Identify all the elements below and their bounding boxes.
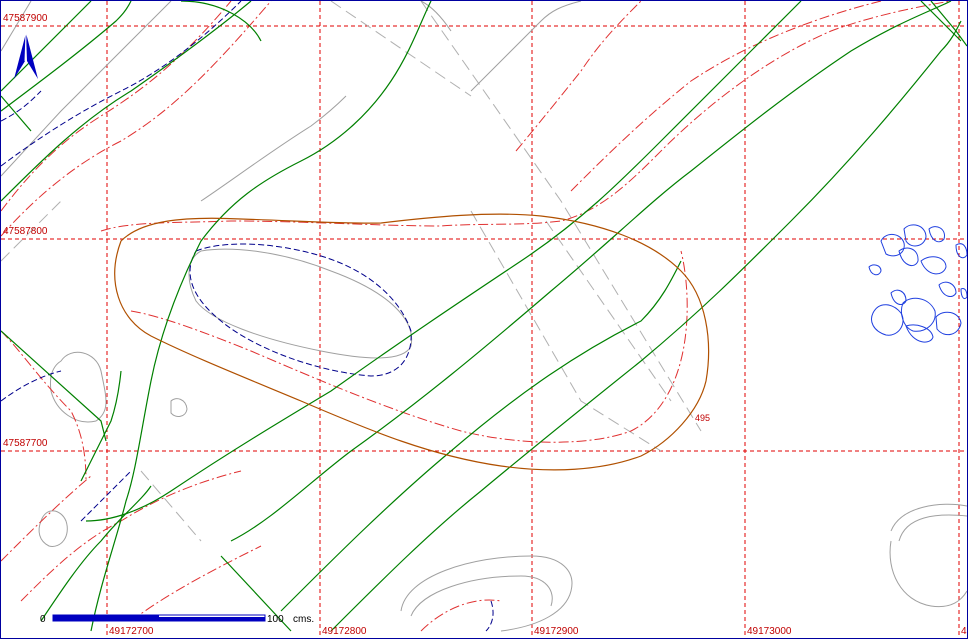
gray-outline bbox=[470, 1, 582, 92]
contour-line bbox=[1, 330, 87, 482]
contour-green-line bbox=[280, 260, 682, 612]
path-line bbox=[485, 600, 494, 632]
grid-label-x: 49172900 bbox=[534, 626, 579, 637]
grid-label-x: 49172800 bbox=[322, 626, 367, 637]
grid bbox=[1, 1, 967, 638]
contour-line bbox=[130, 250, 688, 443]
grid-label-x-partial: 4 bbox=[961, 626, 967, 637]
grid-label-x: 49172700 bbox=[109, 626, 154, 637]
road-edge bbox=[545, 220, 672, 402]
scale-unit-label: cms. bbox=[293, 614, 314, 625]
red-contours bbox=[1, 1, 952, 632]
contour-line bbox=[420, 599, 502, 632]
grid-labels: 47587900 47587800 47587700 49172700 4917… bbox=[3, 13, 967, 637]
north-arrow-icon bbox=[14, 32, 38, 79]
pond-shape bbox=[871, 304, 904, 336]
road-edge bbox=[470, 210, 662, 452]
scale-end-label: 100 bbox=[267, 614, 284, 625]
contour-green-line bbox=[1, 330, 107, 442]
scale-bar-fill bbox=[159, 617, 265, 621]
road-edge bbox=[330, 1, 472, 97]
gray-outline bbox=[200, 95, 347, 202]
grid-label-y: 47587700 bbox=[3, 438, 48, 449]
pond-shape bbox=[960, 288, 967, 300]
contour-line bbox=[1, 475, 92, 562]
scale-bar-fill bbox=[53, 615, 159, 621]
contour-green-line bbox=[1, 95, 32, 132]
pond-shape bbox=[955, 243, 967, 259]
path-line bbox=[80, 470, 132, 522]
pond-shape bbox=[880, 234, 905, 257]
pond-shape bbox=[868, 264, 882, 276]
pond-shape bbox=[935, 311, 962, 336]
gray-features bbox=[1, 1, 967, 632]
gray-outline bbox=[50, 351, 107, 423]
gray-outline bbox=[400, 555, 573, 632]
scale-bar: 0 100 cms. bbox=[40, 614, 314, 625]
contour-line bbox=[515, 1, 642, 152]
grid-label-x: 49173000 bbox=[747, 626, 792, 637]
grid-label-y: 47587900 bbox=[3, 13, 48, 24]
contour-green-line bbox=[90, 1, 432, 632]
scale-start-label: 0 bbox=[40, 614, 46, 625]
pond-cluster bbox=[868, 224, 967, 343]
path-line bbox=[189, 243, 412, 377]
pond-shape bbox=[920, 256, 947, 275]
contour-green-line bbox=[80, 370, 122, 482]
gray-outline bbox=[188, 248, 413, 359]
gray-outline bbox=[890, 503, 967, 532]
path-line bbox=[1, 370, 62, 402]
grid-label-y: 47587800 bbox=[3, 226, 48, 237]
green-contours bbox=[1, 1, 967, 632]
contour-line bbox=[1, 1, 232, 212]
blue-paths bbox=[1, 1, 494, 632]
contour-line bbox=[20, 470, 242, 602]
contour-elevation-label: 495 bbox=[695, 413, 710, 423]
contour-green-line bbox=[1, 1, 252, 202]
pond-shape bbox=[938, 281, 957, 298]
road-edge bbox=[420, 1, 702, 432]
road-edge bbox=[140, 470, 202, 542]
contour-green-line bbox=[180, 1, 262, 42]
road-lines bbox=[1, 1, 702, 542]
gray-outline bbox=[1, 1, 172, 177]
contour-line bbox=[130, 545, 262, 622]
gray-outline bbox=[410, 575, 553, 617]
map-viewport[interactable]: 47587900 47587800 47587700 49172700 4917… bbox=[0, 0, 968, 639]
gray-outline bbox=[170, 398, 188, 417]
contour-green-line bbox=[920, 1, 962, 42]
pond-shape bbox=[905, 324, 934, 343]
gray-outline bbox=[889, 540, 967, 608]
gray-outline bbox=[898, 514, 967, 542]
contour-green-line bbox=[930, 1, 967, 47]
pond-shape bbox=[903, 224, 927, 247]
pond-shape bbox=[898, 247, 919, 267]
contour-green-line bbox=[230, 1, 952, 542]
gray-outline bbox=[38, 510, 68, 547]
map-canvas: 47587900 47587800 47587700 49172700 4917… bbox=[1, 1, 967, 638]
